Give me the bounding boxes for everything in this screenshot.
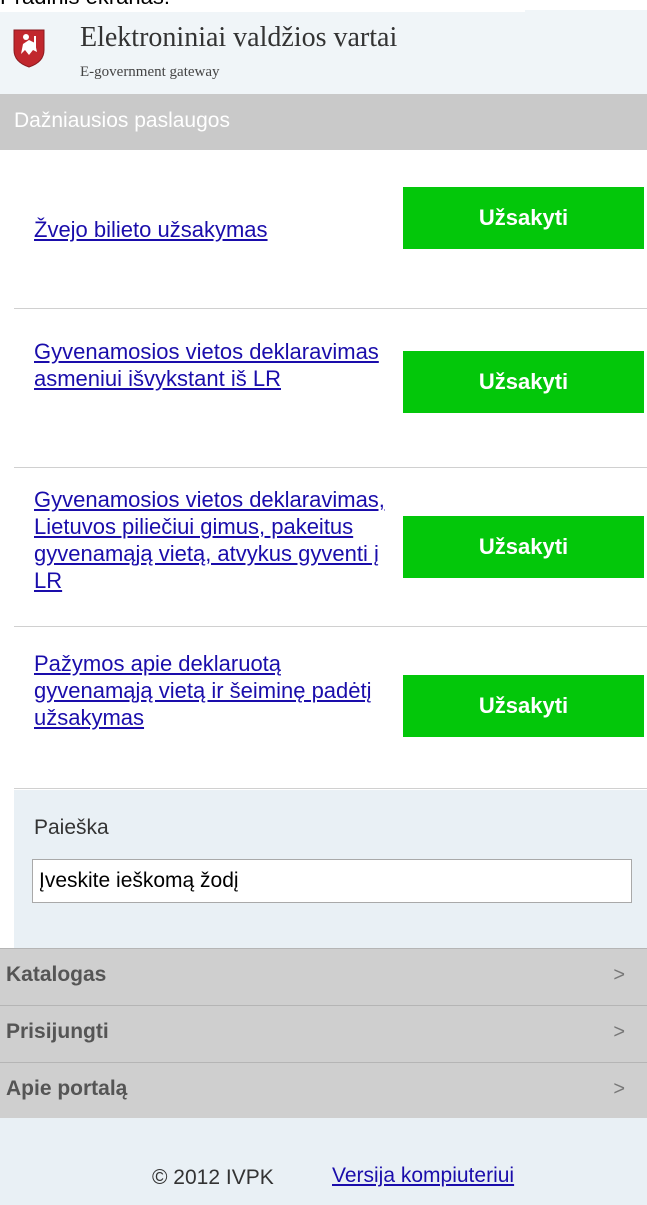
site-subtitle: E-government gateway [80, 64, 220, 80]
nav-item-apie-portala[interactable]: Apie portalą > [0, 1062, 647, 1120]
copyright-text: © 2012 IVPK [152, 1166, 274, 1189]
nav-item-prisijungti[interactable]: Prisijungti > [0, 1005, 647, 1062]
order-button[interactable]: Užsakyti [403, 351, 644, 413]
service-item: Pažymos apie deklaruotą gyvenamąją vietą… [14, 630, 647, 789]
service-item: Gyvenamosios vietos deklaravimas, Lietuv… [14, 468, 647, 627]
site-header: Elektroniniai valdžios vartai E-governme… [0, 10, 647, 94]
service-link[interactable]: Žvejo bilieto užsakymas [34, 216, 394, 243]
service-link[interactable]: Gyvenamosios vietos deklaravimas asmeniu… [34, 338, 394, 392]
order-button[interactable]: Užsakyti [403, 516, 644, 578]
desktop-version-link[interactable]: Versija kompiuteriui [332, 1164, 514, 1188]
nav-item-label: Prisijungti [6, 1020, 109, 1043]
chevron-right-icon: > [613, 1021, 625, 1043]
service-item: Žvejo bilieto užsakymas Užsakyti [14, 150, 647, 309]
search-input[interactable] [32, 859, 632, 903]
search-label: Paieška [34, 816, 109, 839]
order-button[interactable]: Užsakyti [403, 675, 644, 737]
services-section-header: Dažniausios paslaugos [0, 94, 647, 150]
nav-menu: Katalogas > Prisijungti > Apie portalą > [0, 948, 647, 1120]
chevron-right-icon: > [613, 1078, 625, 1100]
nav-item-label: Apie portalą [6, 1077, 128, 1100]
service-link[interactable]: Pažymos apie deklaruotą gyvenamąją vietą… [34, 650, 394, 731]
footer: © 2012 IVPK Versija kompiuteriui [0, 1118, 647, 1205]
site-title[interactable]: Elektroniniai valdžios vartai [80, 22, 397, 54]
service-link[interactable]: Gyvenamosios vietos deklaravimas, Lietuv… [34, 486, 394, 594]
chevron-right-icon: > [613, 964, 625, 986]
coat-of-arms-icon[interactable] [12, 28, 46, 68]
nav-item-katalogas[interactable]: Katalogas > [0, 948, 647, 1005]
search-area: Paieška [14, 790, 647, 948]
order-button[interactable]: Užsakyti [403, 187, 644, 249]
nav-item-label: Katalogas [6, 963, 107, 986]
service-item: Gyvenamosios vietos deklaravimas asmeniu… [14, 309, 647, 468]
services-section-title: Dažniausios paslaugos [14, 109, 230, 132]
